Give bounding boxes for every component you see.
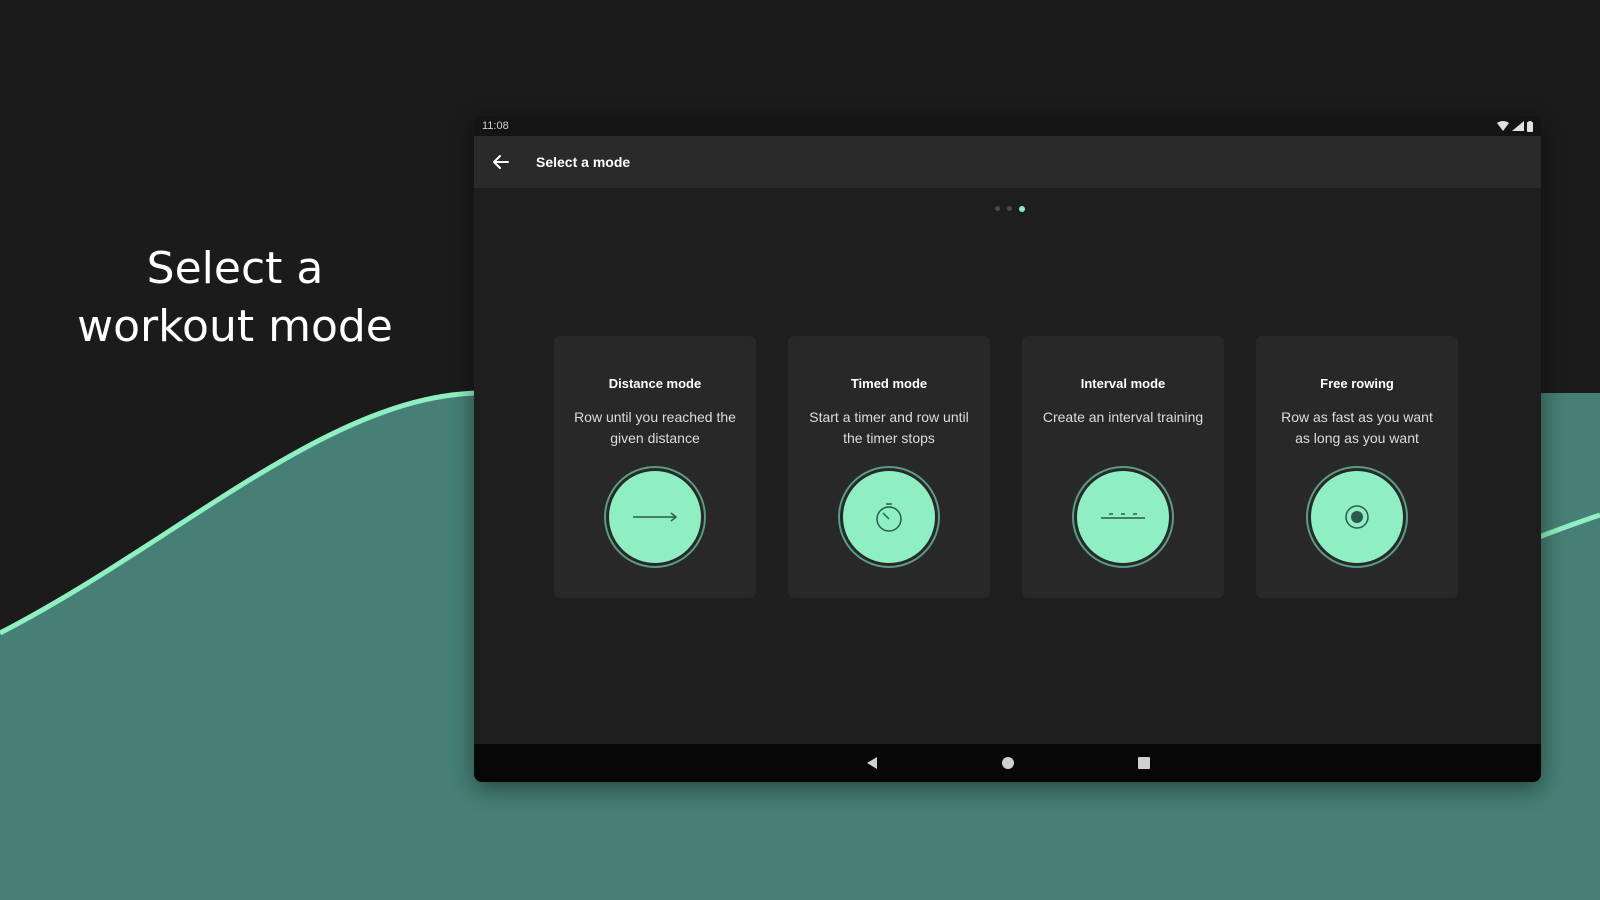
back-triangle-icon bbox=[866, 757, 877, 769]
promo-headline: Select a workout mode bbox=[60, 240, 410, 356]
page-dot-active[interactable] bbox=[1018, 205, 1025, 212]
target-icon bbox=[1306, 466, 1408, 568]
nav-back-button[interactable] bbox=[863, 754, 881, 772]
mode-card-list: Distance mode Row until you reached the … bbox=[554, 336, 1458, 598]
mode-card-interval[interactable]: Interval mode Create an interval trainin… bbox=[1022, 336, 1224, 598]
page-indicator bbox=[474, 205, 1541, 212]
wifi-icon bbox=[1497, 121, 1509, 131]
tablet-frame: 11:08 Select a mode Distance mode Row un… bbox=[474, 116, 1541, 782]
page-title: Select a mode bbox=[536, 154, 631, 170]
mode-card-distance[interactable]: Distance mode Row until you reached the … bbox=[554, 336, 756, 598]
status-icons bbox=[1497, 120, 1533, 132]
card-description: Start a timer and row until the timer st… bbox=[809, 409, 969, 446]
battery-icon bbox=[1527, 120, 1533, 132]
card-title: Distance mode bbox=[608, 376, 702, 391]
card-description: Create an interval training bbox=[1042, 409, 1204, 425]
distance-arrow-icon bbox=[604, 466, 706, 568]
recents-square-icon bbox=[1137, 757, 1150, 769]
card-description: Row as fast as you want as long as you w… bbox=[1281, 409, 1433, 446]
page-dot[interactable] bbox=[1006, 206, 1012, 211]
nav-home-button[interactable] bbox=[999, 754, 1017, 772]
card-title: Free rowing bbox=[1320, 376, 1394, 391]
status-bar: 11:08 bbox=[474, 116, 1541, 136]
mode-card-free-rowing[interactable]: Free rowing Row as fast as you want as l… bbox=[1256, 336, 1458, 598]
back-button[interactable] bbox=[486, 147, 516, 177]
timer-icon bbox=[838, 466, 940, 568]
page-dot[interactable] bbox=[994, 206, 1000, 211]
card-description: Row until you reached the given distance bbox=[574, 409, 736, 446]
system-nav-bar bbox=[474, 744, 1541, 782]
promo-headline-line2: workout mode bbox=[77, 301, 393, 352]
app-bar: Select a mode bbox=[474, 136, 1541, 188]
status-time: 11:08 bbox=[482, 120, 509, 132]
arrow-left-icon bbox=[493, 155, 509, 169]
card-title: Interval mode bbox=[1080, 376, 1166, 391]
card-title: Timed mode bbox=[850, 376, 928, 391]
nav-recents-button[interactable] bbox=[1135, 754, 1153, 772]
mode-card-timed[interactable]: Timed mode Start a timer and row until t… bbox=[788, 336, 990, 598]
signal-icon bbox=[1512, 121, 1524, 131]
interval-icon bbox=[1072, 466, 1174, 568]
home-circle-icon bbox=[1001, 757, 1014, 769]
promo-headline-line1: Select a bbox=[146, 243, 324, 294]
